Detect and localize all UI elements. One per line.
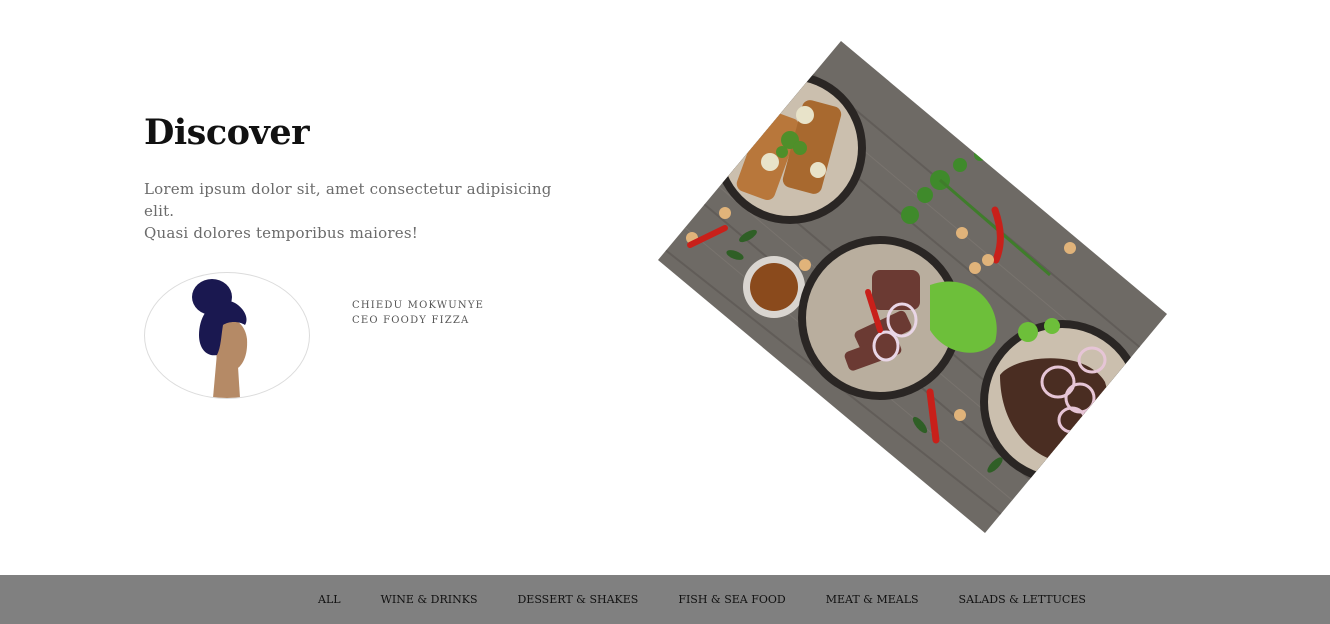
- author-role: CEO FOODY FIZZA: [352, 315, 470, 326]
- author-avatar: [144, 272, 310, 399]
- hero-description-line-1: Lorem ipsum dolor sit, amet consectetur …: [144, 180, 552, 220]
- menu-category-dessert-shakes[interactable]: DESSERT & SHAKES: [517, 593, 638, 606]
- author-name: CHIEDU MOKWUNYE: [352, 300, 485, 311]
- hero-title: Discover: [144, 112, 310, 153]
- menu-category-list: ALL WINE & DRINKS DESSERT & SHAKES FISH …: [318, 575, 1126, 624]
- menu-category-all[interactable]: ALL: [318, 593, 341, 606]
- woman-avatar-illustration: [192, 279, 248, 398]
- food-dishes-image: [658, 41, 1167, 533]
- menu-category-wine-drinks[interactable]: WINE & DRINKS: [381, 593, 478, 606]
- hero-description-line-2: Quasi dolores temporibus maiores!: [144, 224, 418, 242]
- menu-category-meat-meals[interactable]: MEAT & MEALS: [826, 593, 919, 606]
- menu-category-bar: ALL WINE & DRINKS DESSERT & SHAKES FISH …: [0, 575, 1330, 624]
- menu-category-fish-sea-food[interactable]: FISH & SEA FOOD: [678, 593, 785, 606]
- page: Discover Lorem ipsum dolor sit, amet con…: [0, 0, 1330, 624]
- menu-category-salads-lettuces[interactable]: SALADS & LETTUCES: [959, 593, 1086, 606]
- hero-description: Lorem ipsum dolor sit, amet consectetur …: [144, 178, 584, 244]
- author-info: CHIEDU MOKWUNYE CEO FOODY FIZZA: [352, 298, 484, 328]
